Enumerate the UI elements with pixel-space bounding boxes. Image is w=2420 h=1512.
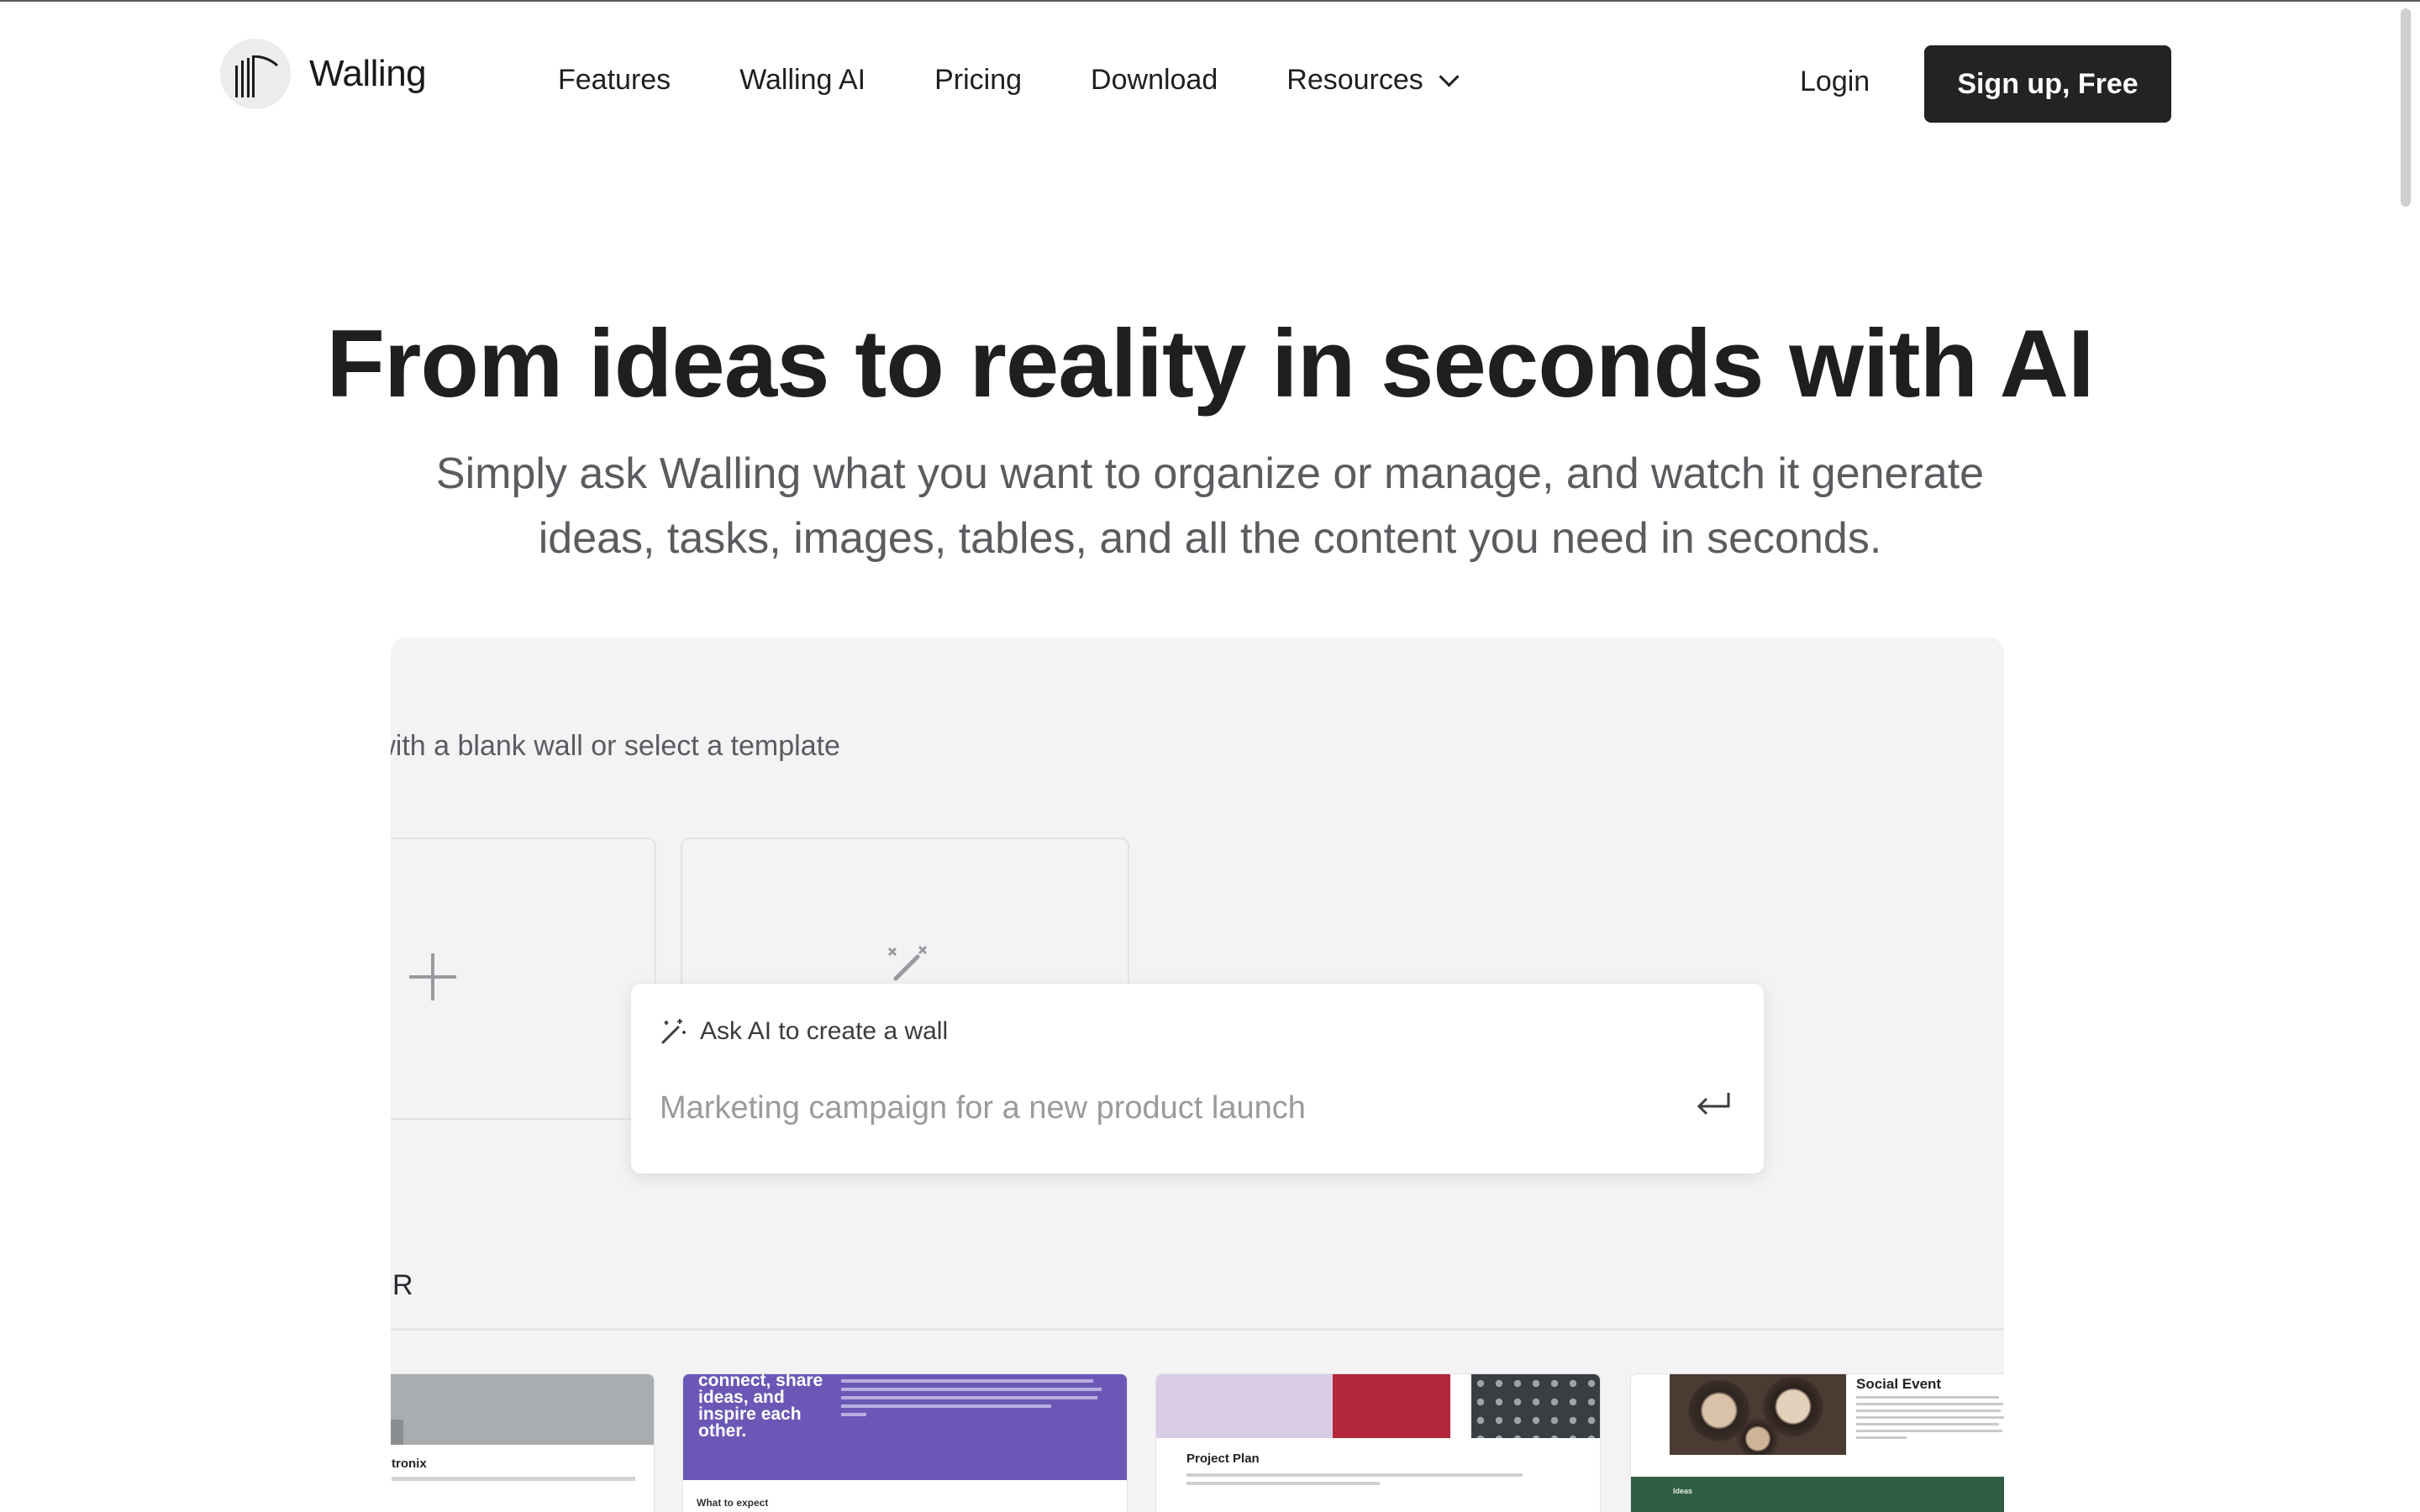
hero-title: From ideas to reality in seconds with AI (326, 311, 2094, 417)
template-card-1[interactable]: tronix (391, 1373, 655, 1512)
logo-icon (220, 39, 291, 109)
popular-section-heading: R (392, 1269, 413, 1301)
coffee-photo (1670, 1374, 1846, 1455)
template-card-3[interactable]: Project Plan (1155, 1373, 1601, 1512)
nav-walling-ai[interactable]: Walling AI (739, 64, 865, 97)
nav-pricing[interactable]: Pricing (934, 64, 1022, 97)
nav-features[interactable]: Features (558, 64, 671, 97)
template-card-4-title: Social Event (1856, 1376, 1942, 1392)
template-card-2-footer: What to expect (697, 1497, 769, 1509)
blank-wall-card[interactable] (391, 837, 656, 1120)
template-card-2-headline: connect, share ideas, and inspire each o… (698, 1373, 823, 1441)
nav-resources[interactable]: Resources (1286, 64, 1460, 97)
main-nav: Features Walling AI Pricing Download Res… (558, 64, 1460, 97)
ai-prompt-input[interactable] (660, 1084, 1651, 1131)
template-card-2[interactable]: connect, share ideas, and inspire each o… (682, 1373, 1128, 1512)
demo-heading: Start with a blank wall or select a temp… (391, 730, 840, 762)
login-link[interactable]: Login (1800, 66, 1870, 98)
brand-name: Walling (309, 53, 427, 94)
nav-resources-label: Resources (1286, 64, 1423, 96)
ai-prompt-box: Ask AI to create a wall (631, 984, 1764, 1173)
template-card-4[interactable]: Social Event Ideas (1630, 1373, 2004, 1512)
nav-download[interactable]: Download (1091, 64, 1218, 97)
template-card-3-title: Project Plan (1186, 1452, 1260, 1466)
section-divider (391, 1328, 2004, 1331)
ai-prompt-label: Ask AI to create a wall (700, 1017, 949, 1045)
hero-subtitle-line-2: ideas, tasks, images, tables, and all th… (538, 514, 1882, 563)
logo[interactable]: Walling (220, 39, 427, 109)
template-card-4-footer: Ideas (1673, 1487, 1693, 1495)
demo-panel: Start with a blank wall or select a temp… (391, 638, 2004, 1512)
signup-button[interactable]: Sign up, Free (1924, 45, 2171, 123)
magic-wand-icon (661, 1019, 686, 1044)
enter-icon[interactable] (1695, 1089, 1732, 1118)
hero-subtitle-line-1: Simply ask Walling what you want to orga… (435, 449, 1985, 498)
scrollbar-thumb[interactable] (2401, 8, 2411, 207)
hero-subtitle: Simply ask Walling what you want to orga… (336, 442, 2084, 571)
window-top-border (0, 0, 2420, 2)
magic-wand-icon (887, 945, 928, 981)
template-card-1-title: tronix (392, 1457, 427, 1471)
chevron-down-icon (1439, 66, 1460, 87)
